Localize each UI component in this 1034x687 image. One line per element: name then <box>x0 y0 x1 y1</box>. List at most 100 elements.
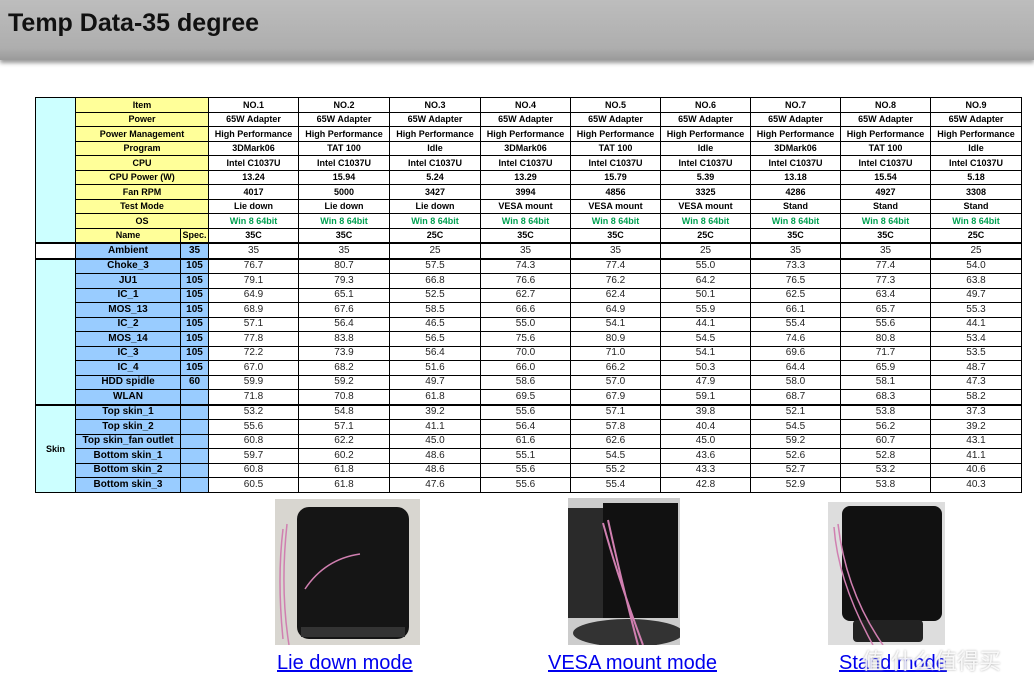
value-cell: Idle <box>389 140 482 156</box>
value-cell: High Performance <box>208 126 300 142</box>
value-cell: Win 8 64bit <box>570 213 662 229</box>
value-cell: 13.24 <box>208 169 300 185</box>
title-bar: Temp Data-35 degree <box>0 0 1034 60</box>
config-row: Fan RPM 4017 5000 3427 3994 4856 3325 4286 4927 3… <box>36 184 1023 200</box>
value-cell: 13.29 <box>480 169 572 185</box>
value-cell: 56.2 <box>840 419 932 435</box>
sensor-row: JU1 105 79.1 79.3 66.8 76.6 76.2 64.2 76.5 77.3 63… <box>36 273 1023 289</box>
row-label: Item <box>74 97 210 113</box>
value-cell: 63.4 <box>840 287 932 303</box>
value-cell: 76.6 <box>480 273 572 289</box>
sensor-row: IC_2 105 57.1 56.4 46.5 55.0 54.1 44.1 55.4 55.6 4… <box>36 316 1023 332</box>
row-label: Top skin_2 <box>75 419 181 435</box>
value-cell: 39.8 <box>660 403 752 420</box>
row-label: Bottom skin_1 <box>75 448 181 464</box>
value-cell: High Performance <box>750 126 842 142</box>
value-cell: 57.8 <box>570 419 662 435</box>
value-cell: 25C <box>660 227 752 244</box>
value-cell: 76.5 <box>750 273 842 289</box>
value-cell: 55.6 <box>480 462 572 478</box>
row-label: OS <box>74 213 210 229</box>
value-cell: Win 8 64bit <box>208 213 300 229</box>
value-cell: 65W Adapter <box>480 111 572 127</box>
value-cell: 55.9 <box>660 302 752 318</box>
spec-cell: 105 <box>179 287 210 303</box>
value-cell: Stand <box>750 198 842 214</box>
value-cell: 68.2 <box>298 360 391 376</box>
sensor-row: Bottom skin_1 59.7 60.2 48.6 55.1 54.5 43.6 52.… <box>36 448 1023 464</box>
value-cell: 66.2 <box>570 360 662 376</box>
value-cell: 59.2 <box>298 374 391 390</box>
value-cell: 57.5 <box>389 257 482 274</box>
value-cell: 41.1 <box>389 419 482 435</box>
value-cell: 60.8 <box>208 433 300 449</box>
sensor-row: MOS_13 105 68.9 67.6 58.5 66.6 64.9 55.9 66.1 65.… <box>36 302 1023 318</box>
row-label: Test Mode <box>74 198 210 214</box>
value-cell: 79.3 <box>298 273 391 289</box>
skin-group-cell: Skin <box>35 403 76 493</box>
value-cell: 76.2 <box>570 273 662 289</box>
value-cell: 59.2 <box>750 433 842 449</box>
value-cell: 25 <box>389 242 482 259</box>
value-cell: Intel C1037U <box>208 155 300 171</box>
value-cell: NO.3 <box>389 97 482 113</box>
value-cell: Win 8 64bit <box>660 213 752 229</box>
value-cell: 58.0 <box>750 374 842 390</box>
name-row: Name Spec. 35C 35C 25C 35C 35C 25C 35C 35C 25C <box>36 227 1023 244</box>
row-label: CPU Power (W) <box>74 169 210 185</box>
value-cell: 3325 <box>660 184 752 200</box>
value-cell: Intel C1037U <box>930 155 1023 171</box>
page-title: Temp Data-35 degree <box>8 9 260 37</box>
value-cell: 60.5 <box>208 477 300 493</box>
value-cell: NO.8 <box>840 97 932 113</box>
vesa-mount-mode-link[interactable]: VESA mount mode <box>548 652 717 675</box>
value-cell: 43.1 <box>930 433 1023 449</box>
value-cell: 65W Adapter <box>389 111 482 127</box>
watermark-logo: 值 什么值得买 <box>862 650 1001 675</box>
config-row: OS Win 8 64bit Win 8 64bit Win 8 64bit Win 8… <box>36 213 1023 229</box>
value-cell: VESA mount <box>660 198 752 214</box>
value-cell: 43.3 <box>660 462 752 478</box>
sensor-row: Top skin_2 55.6 57.1 41.1 56.4 57.8 40.4 54.5 56… <box>36 419 1023 435</box>
value-cell: 69.6 <box>750 345 842 361</box>
spec-cell <box>179 433 210 449</box>
value-cell: NO.9 <box>930 97 1023 113</box>
sensor-row: Bottom skin_2 60.8 61.8 48.6 55.6 55.2 43.3 52.… <box>36 462 1023 478</box>
value-cell: 25C <box>930 227 1023 244</box>
value-cell: 68.7 <box>750 389 842 405</box>
value-cell: 55.4 <box>570 477 662 493</box>
value-cell: 50.3 <box>660 360 752 376</box>
value-cell: 55.6 <box>480 403 572 420</box>
photo-lie-down <box>275 499 420 645</box>
row-label: MOS_14 <box>75 331 181 347</box>
row-label: Choke_3 <box>75 257 181 274</box>
spec-cell <box>179 389 210 405</box>
value-cell: 52.8 <box>840 448 932 464</box>
value-cell: 35C <box>480 227 572 244</box>
value-cell: 15.54 <box>840 169 932 185</box>
spec-cell: 105 <box>179 257 210 274</box>
sensor-row: IC_3 105 72.2 73.9 56.4 70.0 71.0 54.1 69.6 71.7 5… <box>36 345 1023 361</box>
spec-cell: 105 <box>179 331 210 347</box>
value-cell: 44.1 <box>930 316 1023 332</box>
row-label: Power Management <box>74 126 210 142</box>
spec-cell <box>179 403 210 420</box>
value-cell: 76.7 <box>208 257 300 274</box>
value-cell: Win 8 64bit <box>389 213 482 229</box>
row-label: Top skin_fan outlet <box>75 433 181 449</box>
lie-down-mode-link[interactable]: Lie down mode <box>277 652 413 675</box>
value-cell: 57.1 <box>570 403 662 420</box>
value-cell: High Performance <box>660 126 752 142</box>
sensor-row: MOS_14 105 77.8 83.8 56.5 75.6 80.9 54.5 74.6 80.… <box>36 331 1023 347</box>
value-cell: 80.8 <box>840 331 932 347</box>
value-cell: 54.5 <box>750 419 842 435</box>
value-cell: 74.3 <box>480 257 572 274</box>
value-cell: 55.0 <box>480 316 572 332</box>
value-cell: 77.3 <box>840 273 932 289</box>
sensor-row: Bottom skin_3 60.5 61.8 47.6 55.6 55.4 42.8 52.… <box>36 477 1023 493</box>
value-cell: 71.8 <box>208 389 300 405</box>
value-cell: Idle <box>930 140 1023 156</box>
value-cell: 54.8 <box>298 403 391 420</box>
spec-cell <box>179 477 210 493</box>
config-row: Power 65W Adapter 65W Adapter 65W Adapter 65… <box>36 111 1023 127</box>
